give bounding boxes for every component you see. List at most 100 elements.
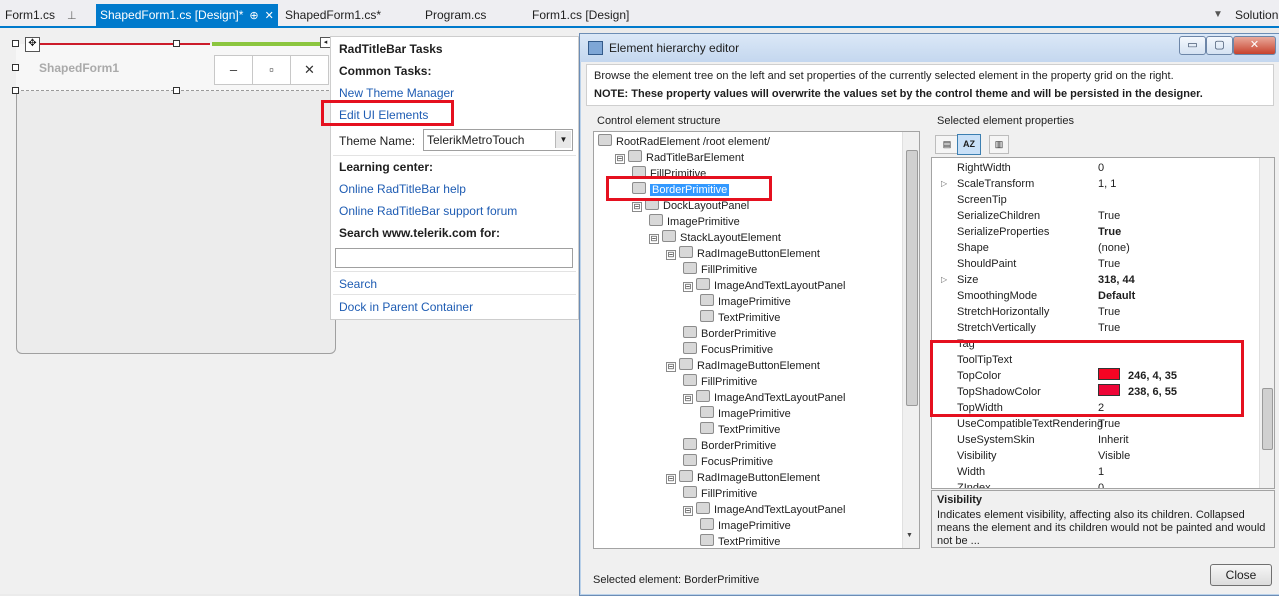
collapse-icon[interactable]: ⊟ (683, 394, 693, 404)
tree-node[interactable]: ⊟ StackLayoutElement (649, 230, 781, 246)
collapse-icon[interactable]: ⊟ (666, 362, 676, 372)
property-row[interactable]: Width 1 (932, 464, 1270, 480)
tree-node[interactable]: TextPrimitive (700, 534, 780, 548)
property-value[interactable]: 318, 44 (1098, 272, 1135, 288)
resize-handle[interactable] (12, 64, 19, 71)
collapse-icon[interactable]: ⊟ (615, 154, 625, 164)
tree-node[interactable]: ImagePrimitive (700, 294, 791, 310)
chevron-down-icon[interactable]: ▼ (555, 131, 571, 148)
tree-node[interactable]: ⊟ RadImageButtonElement (666, 470, 820, 486)
alphabetical-sort-icon[interactable]: AZ (957, 134, 981, 155)
close-button[interactable]: Close (1210, 564, 1272, 586)
tab-form1-design[interactable]: Form1.cs [Design] (532, 4, 629, 26)
tree-node[interactable]: ImagePrimitive (649, 214, 740, 230)
tab-shapedform1-cs[interactable]: ShapedForm1.cs* (285, 4, 381, 26)
tree-node[interactable]: ImagePrimitive (700, 406, 791, 422)
expand-icon[interactable]: ▷ (941, 176, 947, 192)
property-value[interactable]: 0 (1098, 480, 1104, 488)
property-value[interactable]: True (1098, 320, 1120, 336)
close-icon[interactable]: ✕ (1233, 36, 1276, 55)
tree-scrollbar[interactable]: ▼ (902, 132, 919, 548)
property-value[interactable]: (none) (1098, 240, 1130, 256)
scrollbar-thumb[interactable] (1262, 388, 1273, 450)
tree-node[interactable]: ⊟ RadTitleBarElement (615, 150, 744, 166)
collapse-icon[interactable]: ⊟ (666, 250, 676, 260)
property-row[interactable]: SerializeChildren True (932, 208, 1270, 224)
expand-icon[interactable]: ▷ (941, 272, 947, 288)
property-value[interactable]: 1, 1 (1098, 176, 1116, 192)
property-value[interactable]: True (1098, 416, 1120, 432)
collapse-icon[interactable]: ⊟ (683, 282, 693, 292)
property-value[interactable]: 0 (1098, 160, 1104, 176)
property-value[interactable]: Default (1098, 288, 1135, 304)
property-row[interactable]: UseSystemSkin Inherit (932, 432, 1270, 448)
property-grid[interactable]: RightWidth 0 ▷ ScaleTransform 1, 1 ScreenTip S… (931, 157, 1275, 489)
property-scrollbar[interactable] (1259, 158, 1274, 488)
resize-handle[interactable] (12, 40, 19, 47)
property-value[interactable]: True (1098, 208, 1120, 224)
property-value[interactable]: Visible (1098, 448, 1130, 464)
tab-program-cs[interactable]: Program.cs (425, 4, 486, 26)
online-help-link[interactable]: Online RadTitleBar help (339, 182, 466, 196)
collapse-icon[interactable]: ⊟ (666, 474, 676, 484)
property-row[interactable]: StretchHorizontally True (932, 304, 1270, 320)
tree-node[interactable]: FocusPrimitive (683, 342, 773, 358)
property-value[interactable]: True (1098, 224, 1121, 240)
property-row[interactable]: UseCompatibleTextRendering True (932, 416, 1270, 432)
resize-handle[interactable] (173, 87, 180, 94)
tree-node[interactable]: TextPrimitive (700, 422, 780, 438)
resize-handle[interactable] (12, 87, 19, 94)
property-row[interactable]: StretchVertically True (932, 320, 1270, 336)
close-button[interactable]: ✕ (290, 55, 329, 85)
property-row[interactable]: ZIndex 0 (932, 480, 1270, 488)
close-tab-icon[interactable]: ✕ (265, 5, 274, 27)
property-value[interactable]: True (1098, 304, 1120, 320)
new-theme-manager-link[interactable]: New Theme Manager (339, 86, 454, 100)
tree-node[interactable]: ImagePrimitive (700, 518, 791, 534)
move-glyph-icon[interactable]: ✥ (25, 37, 40, 52)
minimize-button[interactable]: ‒ (214, 55, 253, 85)
property-row[interactable]: ScreenTip (932, 192, 1270, 208)
collapse-icon[interactable]: ⊟ (683, 506, 693, 516)
maximize-button[interactable]: ▫ (252, 55, 291, 85)
property-row[interactable]: RightWidth 0 (932, 160, 1270, 176)
tree-node[interactable]: ⊟ RadImageButtonElement (666, 358, 820, 374)
categorized-view-icon[interactable]: ▤ (935, 135, 959, 154)
resize-handle[interactable] (173, 40, 180, 47)
tree-node[interactable]: BorderPrimitive (683, 438, 776, 454)
property-row[interactable]: ▷ Size 318, 44 (932, 272, 1270, 288)
tree-node[interactable]: RootRadElement /root element/ (598, 134, 770, 150)
tree-node[interactable]: TextPrimitive (700, 310, 780, 326)
tree-node[interactable]: ⊟ ImageAndTextLayoutPanel (683, 278, 845, 294)
scrollbar-thumb[interactable] (906, 150, 918, 406)
rad-title-bar[interactable]: ShapedForm1 ‒ ▫ ✕ (16, 44, 334, 91)
search-input[interactable] (335, 248, 573, 268)
solution-explorer-tab[interactable]: Solution (1235, 4, 1278, 26)
tree-node[interactable]: FillPrimitive (683, 262, 757, 278)
property-pages-icon[interactable]: ▥ (989, 135, 1009, 154)
collapse-icon[interactable]: ⊟ (649, 234, 659, 244)
tab-shapedform1-design[interactable]: ShapedForm1.cs [Design]* ⊕ ✕ (96, 4, 278, 26)
tab-form1-cs[interactable]: Form1.cs ⊥ (5, 4, 77, 26)
minimize-icon[interactable]: ▭ (1179, 36, 1206, 55)
tree-node[interactable]: BorderPrimitive (683, 326, 776, 342)
collapse-icon[interactable]: ⊟ (632, 202, 642, 212)
tab-overflow-dropdown-icon[interactable]: ▼ (1213, 4, 1223, 26)
property-row[interactable]: Shape (none) (932, 240, 1270, 256)
property-value[interactable]: Inherit (1098, 432, 1129, 448)
theme-name-dropdown[interactable]: TelerikMetroTouch ▼ (423, 129, 573, 151)
search-link[interactable]: Search (339, 277, 377, 291)
tree-node[interactable]: ⊟ ImageAndTextLayoutPanel (683, 502, 845, 518)
property-value[interactable]: True (1098, 256, 1120, 272)
property-row[interactable]: ShouldPaint True (932, 256, 1270, 272)
property-row[interactable]: SmoothingMode Default (932, 288, 1270, 304)
property-row[interactable]: ▷ ScaleTransform 1, 1 (932, 176, 1270, 192)
tree-node[interactable]: ⊟ RadImageButtonElement (666, 246, 820, 262)
tree-node[interactable]: ⊟ ImageAndTextLayoutPanel (683, 390, 845, 406)
pin-icon[interactable]: ⊥ (67, 5, 77, 27)
support-forum-link[interactable]: Online RadTitleBar support forum (339, 204, 517, 218)
scroll-down-icon[interactable]: ▼ (906, 532, 913, 539)
tree-node[interactable]: FillPrimitive (683, 486, 757, 502)
tree-node[interactable]: FocusPrimitive (683, 454, 773, 470)
tree-node[interactable]: FillPrimitive (683, 374, 757, 390)
